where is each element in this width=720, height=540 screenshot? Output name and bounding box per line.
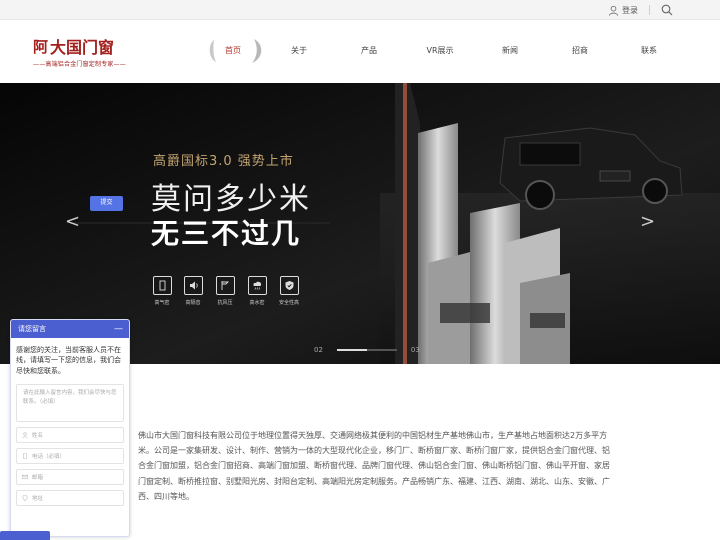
speaker-icon: [189, 281, 198, 290]
feature-label: 高隔音: [185, 300, 201, 306]
banner-prev-arrow[interactable]: <: [65, 211, 80, 233]
banner-pager[interactable]: 02 03: [314, 345, 420, 355]
feature-watertight: 高水密: [244, 276, 270, 306]
user-icon: [22, 432, 28, 438]
user-icon: [608, 5, 619, 16]
nav-item-vr[interactable]: VR展示: [420, 43, 460, 59]
login-link[interactable]: 登录: [608, 3, 638, 17]
chat-address-field[interactable]: 地址: [16, 489, 124, 506]
login-label: 登录: [622, 5, 638, 15]
feature-soundproof: 高隔音: [180, 276, 206, 306]
logo-name: 大国门窗: [50, 38, 115, 57]
chat-message: 感谢您的关注，当前客服人员不在线，请填写一下您的信息，我们会尽快和您联系。: [16, 346, 121, 375]
banner-subtitle: 高爵国标3.0 强势上市: [153, 154, 294, 169]
chat-title: 请您留言: [18, 325, 46, 333]
chat-field-placeholder: 电话（必填）: [32, 453, 66, 460]
topbar-divider: [649, 5, 650, 15]
nav-item-about[interactable]: 关于: [284, 43, 314, 59]
chat-name-field[interactable]: 姓名: [16, 426, 124, 443]
wind-icon: [221, 281, 229, 290]
mail-icon: [22, 474, 28, 479]
chat-minimize-icon[interactable]: —: [114, 320, 123, 338]
airtight-icon: [159, 280, 165, 291]
nav-item-products[interactable]: 产品: [354, 43, 384, 59]
feature-wind-resistance: 抗风压: [212, 276, 238, 306]
pager-progress: [336, 349, 397, 351]
location-icon: [22, 494, 28, 501]
phone-icon: [23, 453, 27, 459]
search-icon[interactable]: [661, 4, 673, 16]
pager-current: 02: [314, 346, 323, 354]
pager-total: 03: [410, 346, 420, 354]
banner-next-arrow[interactable]: >: [640, 211, 655, 233]
logo-mark: 阿: [33, 37, 48, 56]
rain-cloud-icon: [252, 281, 261, 290]
nav-item-franchise[interactable]: 招商: [565, 43, 595, 59]
feature-airtight: 高气密: [149, 276, 175, 306]
chat-header: 请您留言 —: [11, 320, 129, 338]
chat-message-input[interactable]: 请在此输入留言内容，我们会尽快与您联系。（必填）: [16, 383, 124, 422]
site-header: 阿 大国门窗 ——高端铝合金门窗定制专家—— 首页 关于 产品 VR展示 新闻 …: [0, 21, 720, 83]
site-logo[interactable]: 阿 大国门窗 ——高端铝合金门窗定制专家——: [33, 35, 137, 69]
company-intro: 佛山市大国门窗科技有限公司位于地理位置得天独厚、交通网络极其便利的中国铝材生产基…: [138, 431, 610, 501]
chat-email-field[interactable]: 邮箱: [16, 468, 124, 485]
chat-phone-field[interactable]: 电话（必填）: [16, 447, 124, 464]
shield-icon: [285, 281, 293, 290]
chat-field-placeholder: 地址: [32, 495, 44, 502]
feature-label: 高水密: [249, 300, 265, 306]
feature-label: 抗风压: [217, 300, 233, 306]
feature-label: 安全性高: [278, 300, 299, 306]
chat-widget: 请您留言 — 感谢您的关注，当前客服人员不在线，请填写一下您的信息，我们会尽快和…: [10, 319, 130, 537]
banner-headline-bold: 无三不过几: [151, 217, 302, 250]
nav-item-home[interactable]: 首页: [218, 43, 248, 59]
chat-field-placeholder: 邮箱: [32, 474, 44, 481]
chat-launcher-tab[interactable]: [0, 531, 50, 540]
logo-slogan: ——高端铝合金门窗定制专家——: [33, 61, 127, 68]
nav-item-news[interactable]: 新闻: [495, 43, 525, 59]
feature-label: 高气密: [154, 300, 170, 306]
chat-submit-button[interactable]: 提交: [90, 196, 123, 211]
feature-safety: 安全性高: [276, 276, 302, 306]
main-nav: 首页 关于 产品 VR展示 新闻 招商 联系: [196, 21, 696, 83]
chat-field-placeholder: 姓名: [32, 432, 44, 439]
top-utility-bar: 登录: [0, 0, 720, 20]
nav-item-contact[interactable]: 联系: [634, 43, 664, 59]
